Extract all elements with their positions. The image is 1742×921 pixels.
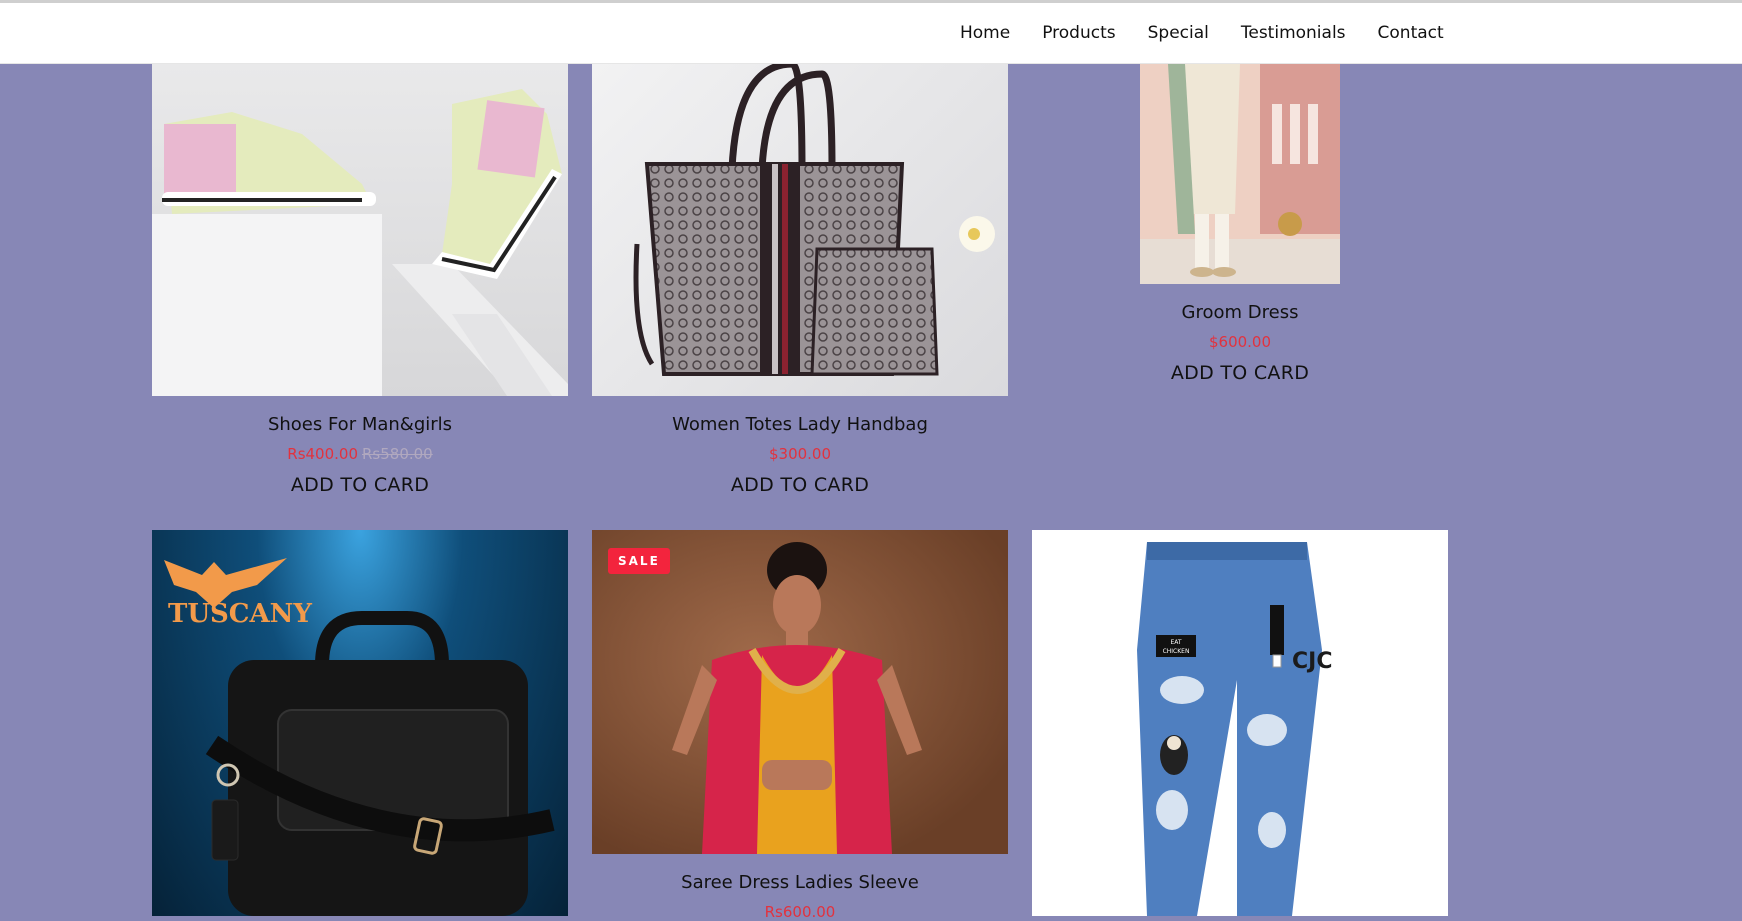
product-price: Rs400.00 Rs580.00 [152, 445, 568, 463]
nav-home[interactable]: Home [960, 23, 1010, 43]
nav-products[interactable]: Products [1042, 23, 1115, 43]
shoes-illustration [152, 89, 568, 396]
product-title[interactable]: Women Totes Lady Handbag [592, 414, 1008, 435]
jeans-illustration: EAT CHICKEN CJC [1137, 542, 1332, 916]
groom-dress-illustration [1140, 64, 1340, 284]
sale-badge: SALE [608, 548, 670, 574]
svg-text:CHICKEN: CHICKEN [1163, 648, 1190, 655]
nav-testimonials[interactable]: Testimonials [1241, 23, 1346, 43]
add-to-cart-button[interactable]: ADD TO CARD [1032, 362, 1448, 384]
product-image-shoes[interactable] [152, 64, 568, 396]
product-price: Rs600.00 [764, 903, 836, 921]
product-card-laptop-bag: TUSCANY [152, 530, 568, 916]
original-price: Rs580.00 [362, 445, 433, 463]
product-image-laptop-bag[interactable]: TUSCANY [152, 530, 568, 916]
nav-contact[interactable]: Contact [1378, 23, 1444, 43]
product-title[interactable]: Groom Dress [1032, 302, 1448, 323]
product-image-saree[interactable]: SALE [592, 530, 1008, 854]
site-header: Home Products Special Testimonials Conta… [0, 3, 1742, 64]
product-title[interactable]: Shoes For Man&girls [152, 414, 568, 435]
add-to-cart-button[interactable]: ADD TO CARD [152, 474, 568, 496]
handbag-illustration [633, 64, 995, 376]
svg-text:EAT: EAT [1170, 639, 1181, 646]
laptop-bag-illustration: TUSCANY [164, 558, 555, 916]
product-image-handbag[interactable] [592, 64, 1008, 396]
product-card-groom-dress: Groom Dress $600.00 ADD TO CARD [1032, 64, 1448, 384]
main-nav: Home Products Special Testimonials Conta… [960, 23, 1444, 43]
sale-price: Rs400.00 [287, 445, 358, 463]
tuscany-logo: TUSCANY [164, 558, 312, 629]
product-card-handbag: Women Totes Lady Handbag $300.00 ADD TO … [592, 64, 1008, 496]
product-price: $300.00 [768, 445, 832, 463]
product-price: $600.00 [1208, 333, 1272, 351]
add-to-cart-button[interactable]: ADD TO CARD [592, 474, 1008, 496]
svg-text:TUSCANY: TUSCANY [168, 599, 312, 629]
product-card-shoes: Shoes For Man&girls Rs400.00 Rs580.00 ADD… [152, 64, 568, 496]
product-image-jeans[interactable]: EAT CHICKEN CJC [1032, 530, 1448, 916]
product-image-groom-dress[interactable] [1140, 64, 1340, 284]
product-title[interactable]: Saree Dress Ladies Sleeve [592, 872, 1008, 893]
svg-text:CJC: CJC [1292, 649, 1332, 674]
product-card-jeans: EAT CHICKEN CJC [1032, 530, 1448, 916]
saree-illustration [672, 542, 922, 854]
nav-special[interactable]: Special [1148, 23, 1209, 43]
product-card-saree: SALE Saree Dress Ladies Sleeve Rs600.00 [592, 530, 1008, 921]
